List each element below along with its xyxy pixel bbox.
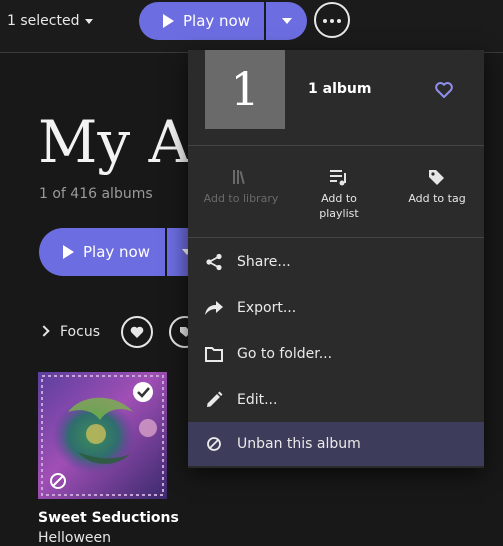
tag-icon [429, 170, 444, 185]
go-to-folder-label: Go to folder... [237, 346, 333, 362]
selection-label: 1 selected [7, 13, 80, 29]
export-label: Export... [237, 300, 297, 316]
selection-count: 1 album [308, 81, 372, 97]
share-item[interactable]: Share... [188, 240, 484, 284]
unban-album-item[interactable]: Unban this album [188, 422, 484, 466]
favorite-filter-button[interactable] [121, 316, 153, 348]
playlist-add-icon [330, 170, 346, 186]
library-icon [233, 170, 245, 185]
top-bar: 1 selected Play now [0, 0, 503, 53]
page-play-now-button[interactable]: Play now [39, 228, 165, 276]
focus-label: Focus [60, 324, 100, 340]
play-now-label: Play now [183, 12, 251, 30]
album-name[interactable]: Sweet Seductions [38, 510, 179, 526]
play-now-button[interactable]: Play now [139, 2, 264, 40]
ban-icon [207, 437, 221, 451]
play-icon [163, 14, 174, 28]
edit-label: Edit... [237, 392, 278, 408]
caret-down-icon [281, 18, 292, 24]
page-play-now-label: Play now [83, 243, 151, 261]
heart-outline-icon [435, 82, 453, 98]
edit-icon [207, 391, 223, 407]
selection-thumbnail: 1 [205, 50, 285, 129]
favorite-button[interactable] [433, 79, 455, 105]
focus-toggle[interactable]: Focus [38, 324, 100, 340]
more-options-button[interactable] [314, 2, 350, 38]
menu-divider [188, 145, 484, 146]
add-to-tag-label: Add to tag [408, 192, 466, 205]
edit-item[interactable]: Edit... [188, 378, 484, 422]
add-to-tag-action[interactable]: Add to tag [387, 167, 487, 206]
go-to-folder-item[interactable]: Go to folder... [188, 332, 484, 376]
context-menu: 1 1 album Add to library Add to playlist… [188, 50, 484, 468]
add-to-playlist-label: Add to playlist [319, 192, 359, 220]
export-icon [205, 301, 223, 315]
heart-icon [130, 326, 144, 338]
share-label: Share... [237, 254, 291, 270]
album-count: 1 of 416 albums [39, 186, 153, 202]
play-options-button[interactable] [266, 2, 307, 40]
add-to-library-label: Add to library [203, 192, 279, 205]
export-item[interactable]: Export... [188, 286, 484, 330]
unban-album-label: Unban this album [237, 436, 361, 452]
add-to-library-action[interactable]: Add to library [191, 167, 291, 206]
album-artist[interactable]: Helloween [38, 530, 111, 546]
play-icon [63, 245, 74, 259]
caret-down-icon [85, 18, 94, 24]
menu-divider [188, 237, 484, 238]
folder-icon [205, 347, 223, 362]
chevron-right-icon [38, 325, 50, 337]
add-to-playlist-action[interactable]: Add to playlist [289, 167, 389, 221]
dot-icon [330, 19, 334, 23]
album-artwork [38, 372, 167, 499]
album-cover[interactable] [38, 372, 167, 499]
dot-icon [337, 19, 341, 23]
share-icon [206, 253, 222, 271]
selection-dropdown[interactable]: 1 selected [7, 13, 94, 29]
dot-icon [323, 19, 327, 23]
